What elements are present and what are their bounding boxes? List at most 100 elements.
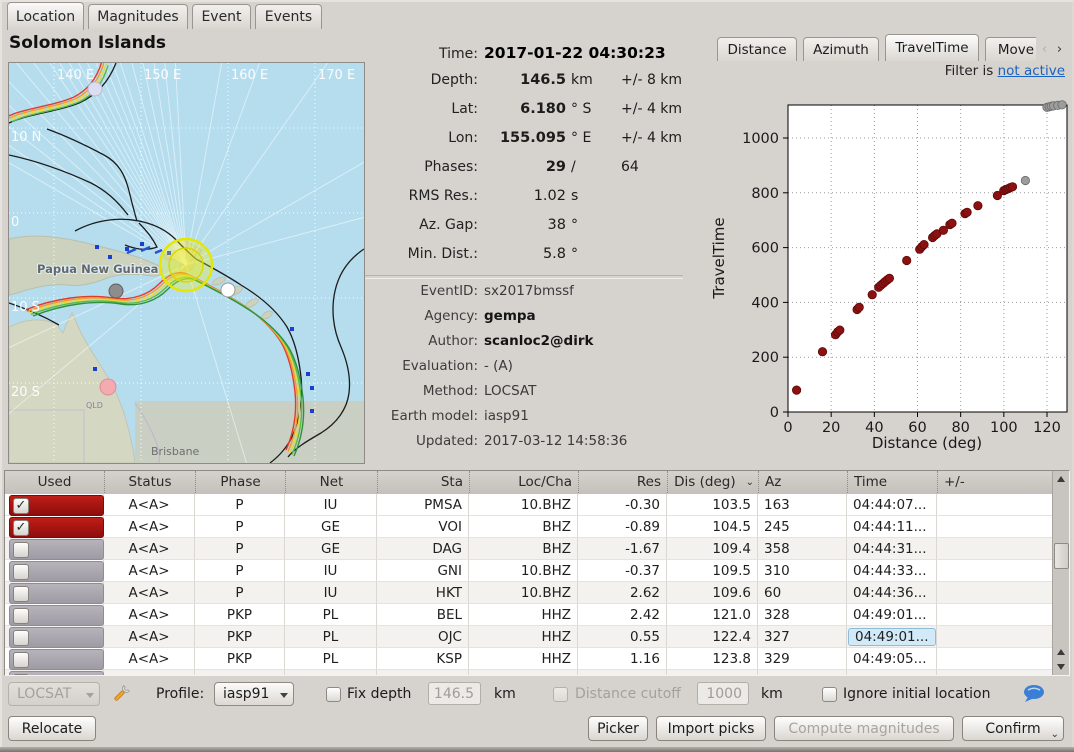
tab-traveltime[interactable]: TravelTime (885, 34, 979, 61)
table-scrollbar[interactable] (1052, 471, 1069, 675)
cell-dis: 122.4 (667, 626, 758, 648)
tab-scroll-left-icon[interactable]: ‹ (1038, 39, 1051, 60)
profile-select[interactable]: iasp91 (214, 682, 294, 706)
table-row-ksp[interactable]: A<A>PKPPLKSPHHZ1.16123.832904:49:05... (5, 648, 1055, 670)
arrivals-table[interactable]: UsedStatusPhaseNetStaLoc/ChaResDis (deg)… (4, 470, 1070, 676)
table-row-gni[interactable]: A<A>PIUGNI10.BHZ-0.37109.531004:44:33... (5, 560, 1055, 582)
used-cell[interactable] (9, 627, 104, 648)
column-header-az[interactable]: Az (758, 471, 847, 493)
locator-settings-wrench-icon[interactable] (110, 683, 132, 705)
used-cell[interactable] (9, 671, 104, 676)
filter-link[interactable]: not active (998, 63, 1065, 79)
table-row-pmsa[interactable]: ✓A<A>PIUPMSA10.BHZ-0.30103.516304:44:07.… (5, 494, 1055, 516)
station-dot-gray[interactable] (109, 284, 123, 298)
svg-text:170 E: 170 E (318, 68, 355, 83)
tab-scroll-right-icon[interactable]: › (1053, 39, 1066, 60)
column-header-sta[interactable]: Sta (377, 471, 469, 493)
origin-row: Depth:146.5km+/- 8 km (340, 72, 700, 101)
relocate-label: Relocate (22, 721, 83, 737)
cell-dis: 124.9 (667, 670, 758, 676)
tab-magnitudes[interactable]: Magnitudes (88, 4, 188, 29)
used-checkbox[interactable] (13, 630, 29, 646)
used-checkbox[interactable]: ✓ (13, 520, 29, 536)
cell-pm (937, 494, 1055, 516)
column-header-time[interactable]: Time (847, 471, 937, 493)
column-header-used[interactable]: Used (5, 471, 104, 493)
column-header-phase[interactable]: Phase (195, 471, 285, 493)
origin-row: Min. Dist.:5.8° (340, 246, 700, 275)
cell-cha: HHZ (469, 604, 578, 626)
column-header-status[interactable]: Status (104, 471, 195, 493)
cell-pm (937, 670, 1055, 676)
scroll-up-icon[interactable] (1054, 472, 1067, 486)
cell-pm (937, 604, 1055, 626)
scroll-thumb[interactable] (1054, 543, 1069, 569)
cell-pm (937, 516, 1055, 538)
cell-cha: BHZ (469, 516, 578, 538)
station-dot-pink[interactable] (100, 379, 116, 395)
picker-button[interactable]: Picker (588, 716, 648, 741)
scroll-up2-icon[interactable] (1054, 645, 1067, 659)
tab-events[interactable]: Events (255, 4, 322, 29)
tab-distance[interactable]: Distance (717, 37, 797, 61)
relocate-button[interactable]: Relocate (8, 716, 96, 741)
used-checkbox[interactable] (13, 542, 29, 558)
used-checkbox[interactable] (13, 564, 29, 580)
origin-row: Lon:155.095° E+/- 4 km (340, 130, 700, 159)
used-cell[interactable] (9, 605, 104, 626)
scroll-down-icon[interactable] (1054, 660, 1067, 674)
used-checkbox[interactable]: ✓ (13, 498, 29, 514)
profile-label: Profile: (156, 686, 204, 702)
column-header-res[interactable]: Res (578, 471, 667, 493)
cell-status: A<A> (104, 604, 195, 626)
fix-depth-checkbox[interactable] (326, 687, 341, 702)
confirm-button[interactable]: Confirm ⌄ (962, 716, 1064, 741)
used-checkbox[interactable] (13, 674, 29, 676)
column-header-dis-deg[interactable]: Dis (deg)⌄ (667, 471, 758, 493)
table-row-pvcc[interactable]: A<A>PKPCZPVCCHHZ0.28124.933004:49:08... (5, 670, 1055, 676)
location-map[interactable]: Papua New Guinea QLD Brisbane 140 E150 E… (8, 62, 365, 464)
used-cell[interactable]: ✓ (9, 495, 104, 516)
cell-time: 04:44:07... (847, 494, 937, 516)
used-cell[interactable] (9, 649, 104, 670)
table-row-dag[interactable]: A<A>PGEDAGBHZ-1.67109.435804:44:31... (5, 538, 1055, 560)
tab-distance-label: Distance (727, 42, 786, 58)
cell-time: 04:44:31... (847, 538, 937, 560)
table-row-bel[interactable]: A<A>PKPPLBELHHZ2.42121.032804:49:01... (5, 604, 1055, 626)
event-marker[interactable] (160, 239, 212, 291)
used-cell[interactable] (9, 583, 104, 604)
cell-status: A<A> (104, 560, 195, 582)
table-row-voi[interactable]: ✓A<A>PGEVOIBHZ-0.89104.524504:44:11... (5, 516, 1055, 538)
fix-depth-label[interactable]: Fix depth (347, 686, 411, 702)
import-picks-button[interactable]: Import picks (656, 716, 766, 741)
cell-phase: P (195, 494, 285, 516)
tab-event[interactable]: Event (192, 4, 251, 29)
station-dot-white[interactable] (221, 283, 235, 297)
used-checkbox[interactable] (13, 586, 29, 602)
used-cell[interactable]: ✓ (9, 517, 104, 538)
used-checkbox[interactable] (13, 608, 29, 624)
column-header-loc-cha[interactable]: Loc/Cha (469, 471, 578, 493)
tab-azimuth[interactable]: Azimuth (803, 37, 879, 61)
cell-az: 245 (758, 516, 847, 538)
used-cell[interactable] (9, 539, 104, 560)
station-dot-lavender[interactable] (88, 82, 102, 96)
cell-phase: P (195, 560, 285, 582)
tab-move-clipped[interactable]: Move (985, 37, 1036, 62)
cell-res: -0.37 (578, 560, 667, 582)
ignore-initial-location-label[interactable]: Ignore initial location (843, 686, 990, 702)
used-checkbox[interactable] (13, 652, 29, 668)
traveltime-plot[interactable]: 02040608010012002004006008001000TravelTi… (700, 95, 1074, 465)
used-cell[interactable] (9, 561, 104, 582)
cell-res: -0.30 (578, 494, 667, 516)
origin-meta-row: EventID:sx2017bmssf (340, 283, 710, 308)
cell-time: 04:49:01... (847, 626, 937, 648)
ignore-initial-location-checkbox[interactable] (822, 687, 837, 702)
column-header-net[interactable]: Net (285, 471, 377, 493)
table-row-hkt[interactable]: A<A>PIUHKT10.BHZ2.62109.66004:44:36... (5, 582, 1055, 604)
comment-bubble-icon[interactable] (1022, 684, 1046, 704)
filter-prefix: Filter is (945, 63, 998, 79)
tab-location[interactable]: Location (7, 2, 84, 30)
table-row-ojc[interactable]: A<A>PKPPLOJCHHZ0.55122.432704:49:01... (5, 626, 1055, 648)
column-header-[interactable]: +/- (937, 471, 1055, 493)
